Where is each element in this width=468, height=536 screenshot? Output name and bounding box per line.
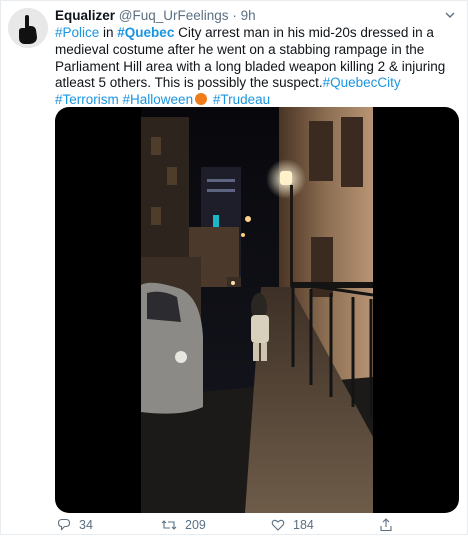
like-action[interactable]: 184 [271, 518, 314, 532]
hashtag-link[interactable]: #Quebec [117, 25, 174, 40]
chevron-down-icon[interactable] [443, 8, 457, 22]
reply-action[interactable]: 34 [57, 518, 93, 532]
hashtag-link[interactable]: #QuebecCity [323, 75, 401, 90]
heart-icon[interactable] [271, 518, 285, 532]
tweet-header: Equalizer @Fuq_UrFeelings · 9h [55, 7, 256, 24]
tweet-text: #Police in #Quebec City arrest man in hi… [55, 25, 455, 109]
like-count: 184 [293, 518, 314, 532]
reply-count: 34 [79, 518, 93, 532]
hashtag-link[interactable]: #Halloween [123, 92, 194, 107]
share-action[interactable] [379, 518, 393, 532]
tweet-media-video[interactable] [55, 107, 459, 513]
share-icon[interactable] [379, 518, 393, 532]
display-name[interactable]: Equalizer [55, 8, 115, 23]
hashtag-link[interactable]: #Trudeau [213, 92, 270, 107]
tweet-text-segment: in [99, 25, 118, 40]
avatar[interactable] [8, 8, 48, 48]
user-handle[interactable]: @Fuq_UrFeelings [119, 8, 229, 23]
tweet-card[interactable]: Equalizer @Fuq_UrFeelings · 9h #Police i… [0, 0, 468, 535]
hashtag-link[interactable]: #Police [55, 25, 99, 40]
time-separator: · [232, 8, 237, 23]
retweet-count: 209 [185, 518, 206, 532]
retweet-icon[interactable] [161, 518, 177, 532]
retweet-action[interactable]: 209 [161, 518, 206, 532]
avatar-image [8, 8, 48, 48]
timestamp[interactable]: 9h [241, 8, 256, 23]
video-frame-street-scene [141, 107, 373, 513]
hashtag-link[interactable]: #Terrorism [55, 92, 119, 107]
tweet-actions: 34 209 184 [1, 518, 468, 536]
pumpkin-icon [195, 93, 208, 106]
reply-icon[interactable] [57, 518, 71, 532]
